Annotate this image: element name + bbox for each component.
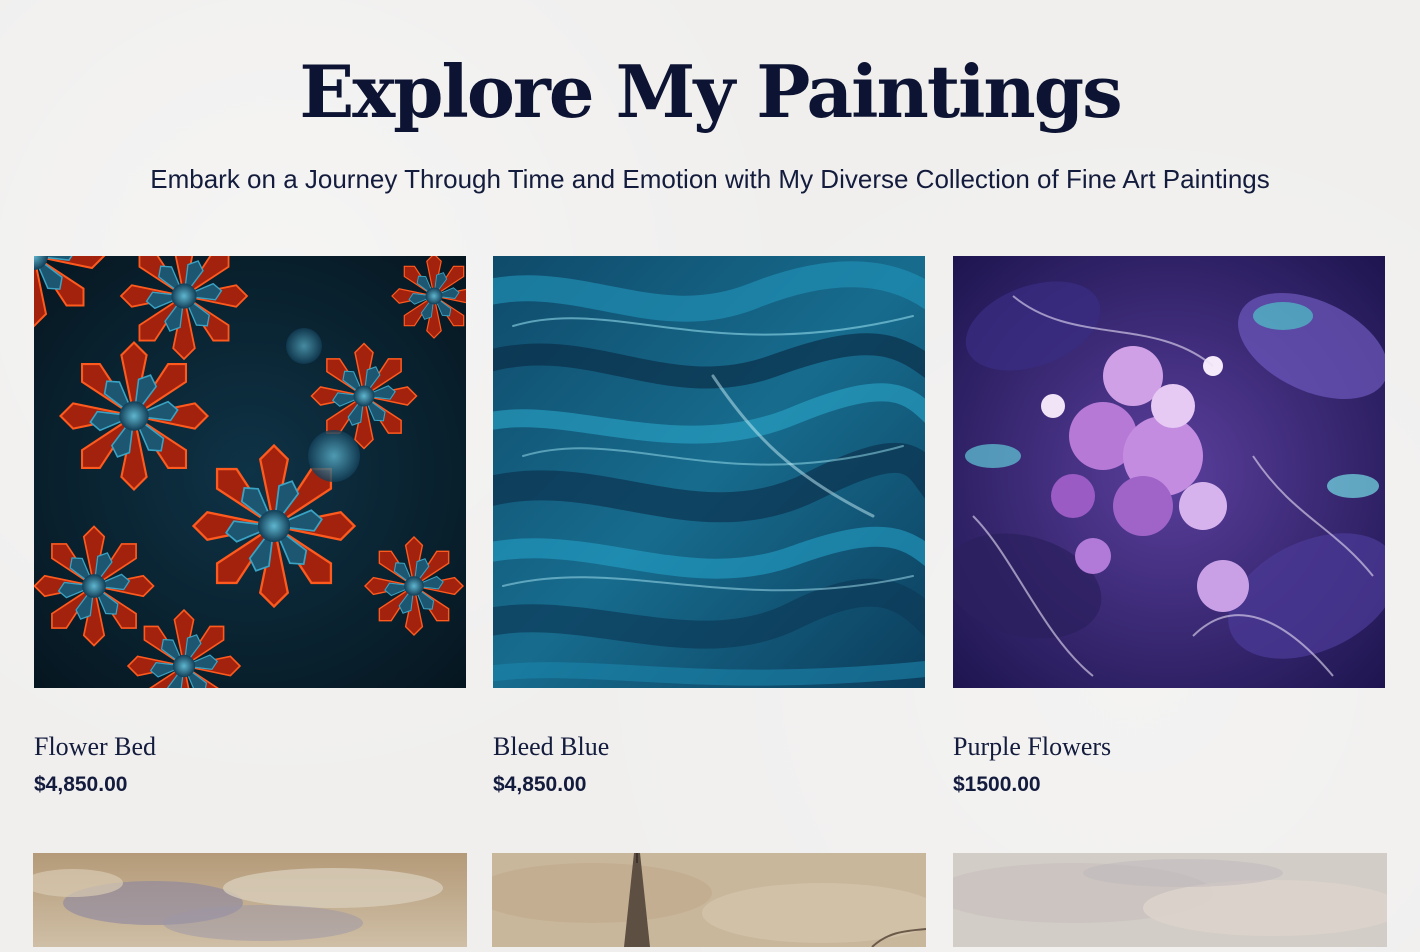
- painting-price: $4,850.00: [493, 773, 587, 796]
- painting-title[interactable]: Purple Flowers: [953, 730, 1385, 764]
- paintings-page: Explore My Paintings Embark on a Journey…: [0, 0, 1420, 952]
- painting-image-church-spire[interactable]: [492, 853, 926, 947]
- painting-image-flower-bed[interactable]: [34, 256, 466, 688]
- painting-title[interactable]: Flower Bed: [34, 730, 466, 764]
- page-subtitle: Embark on a Journey Through Time and Emo…: [150, 164, 1270, 194]
- painting-price: $4,850.00: [34, 773, 128, 796]
- painting-image-bleed-blue[interactable]: [493, 256, 925, 688]
- painting-image-pale-watercolor[interactable]: [953, 853, 1387, 947]
- painting-price: $1500.00: [953, 773, 1041, 796]
- page-title: Explore My Paintings: [299, 49, 1122, 134]
- painting-image-cloudy-sky[interactable]: [33, 853, 467, 947]
- painting-image-purple-flowers[interactable]: [953, 256, 1385, 688]
- painting-title[interactable]: Bleed Blue: [493, 730, 925, 764]
